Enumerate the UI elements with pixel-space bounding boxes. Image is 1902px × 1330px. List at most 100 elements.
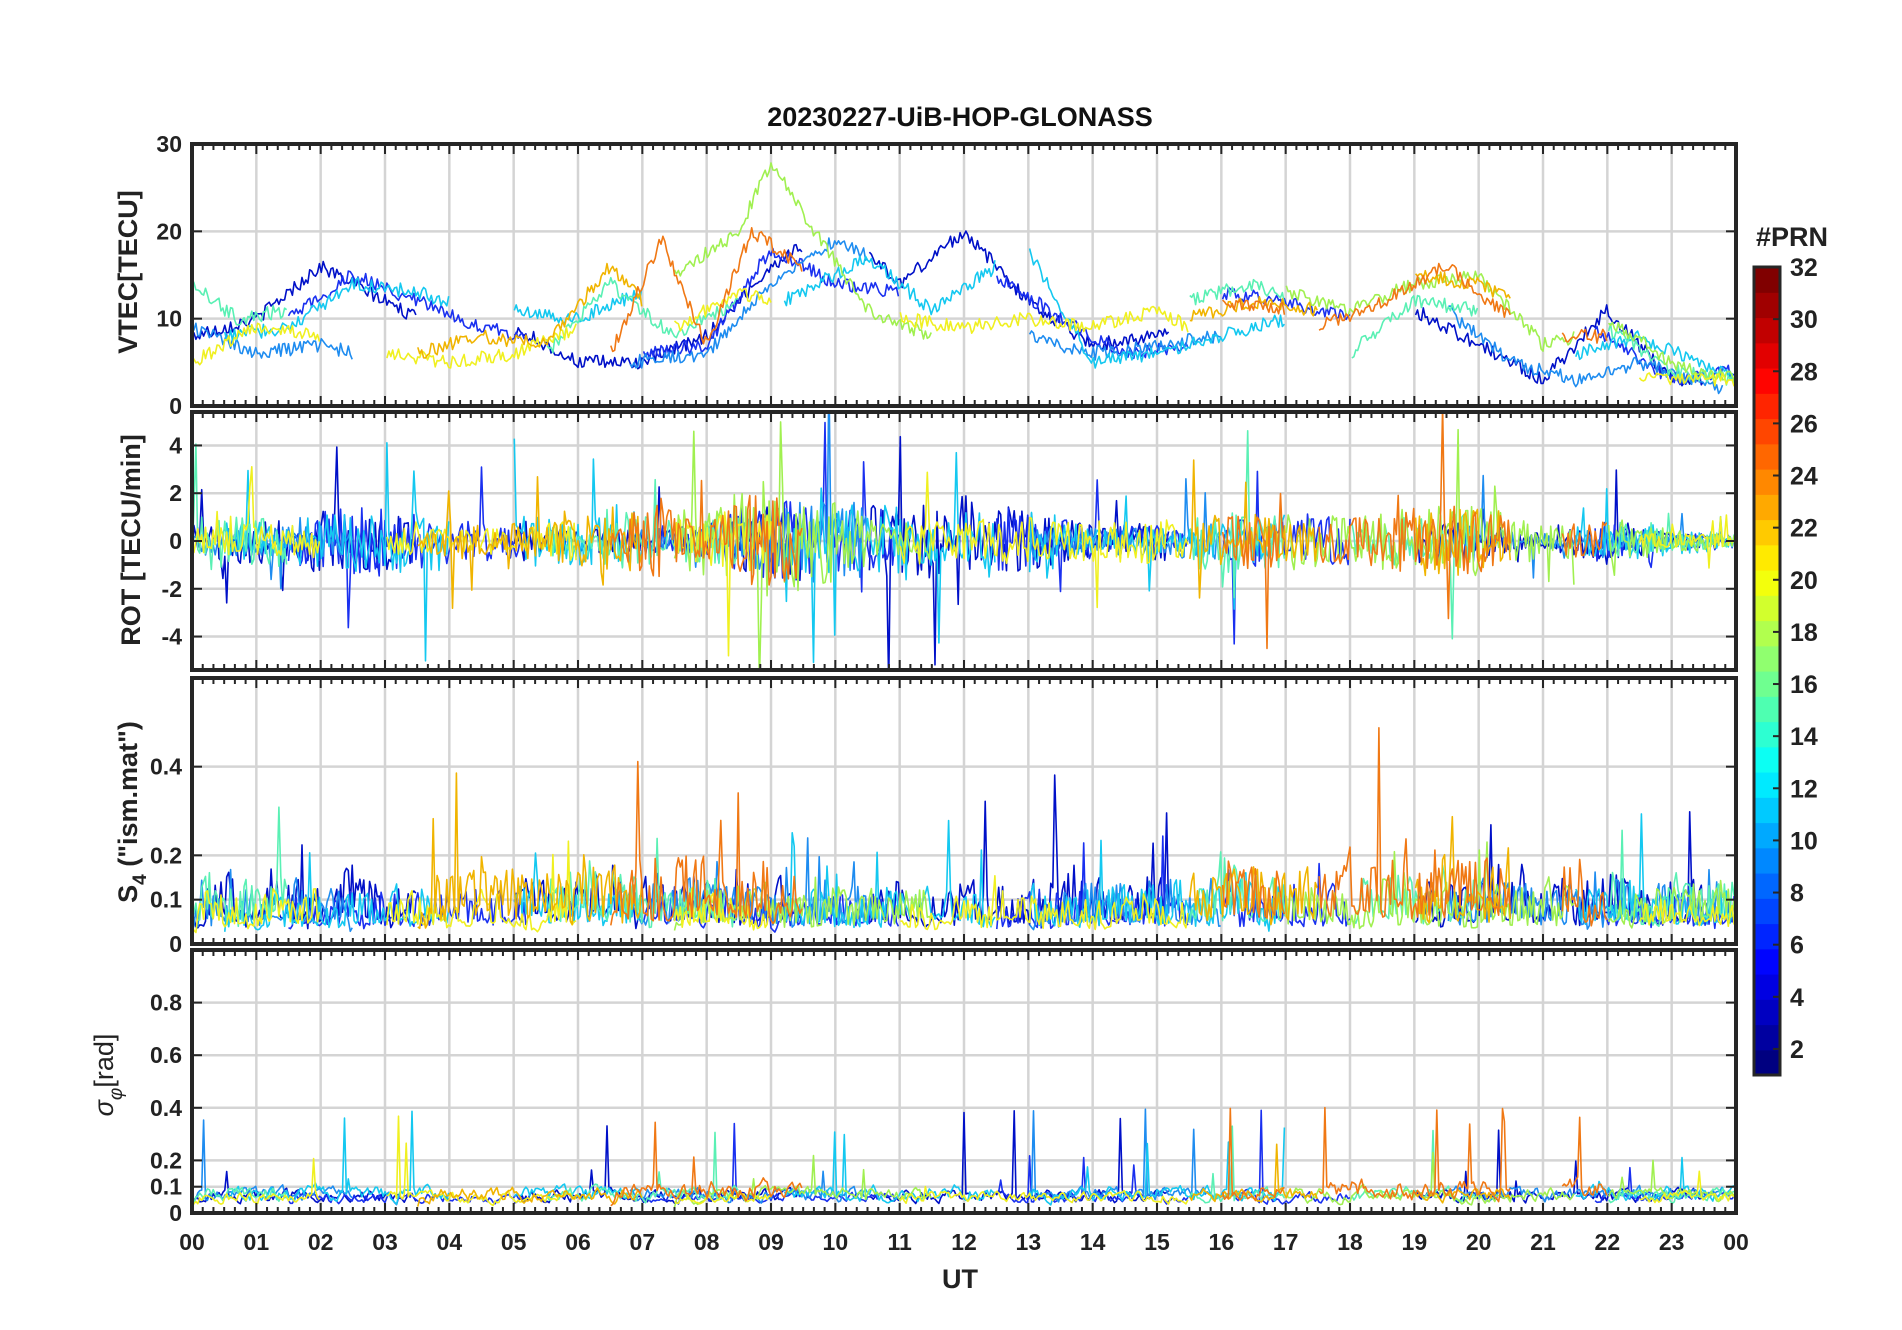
colorbar-cell [1754, 948, 1780, 975]
s4-ylabel: S4 ("ism.mat") [113, 721, 151, 903]
panel-vtec: 0 10 20 30 VTEC[TECU] [113, 131, 1738, 419]
sigma-grid [192, 950, 1736, 1213]
colorbar-cell [1754, 772, 1780, 798]
chart-title: 20230227-UiB-HOP-GLONASS [767, 102, 1153, 132]
colorbar-tick-label: 18 [1790, 619, 1818, 647]
panel-s4: 0 0.1 0.2 0.4 S4 ("ism.mat") [113, 676, 1738, 957]
sigma-ylabel-sub: φ [106, 1088, 127, 1100]
x-tick-label: 07 [630, 1229, 656, 1255]
colorbar: 2468101214161820222426283032 #PRN [1752, 222, 1828, 1077]
x-tick-label: 14 [1080, 1229, 1106, 1255]
rot-ylabel: ROT [TECU/min] [116, 434, 146, 645]
colorbar-cell [1754, 645, 1780, 672]
colorbar-cell [1754, 570, 1780, 596]
colorbar-cell [1754, 267, 1780, 293]
x-tick-label: 16 [1209, 1229, 1235, 1255]
x-tick-label: 01 [244, 1229, 270, 1255]
colorbar-cell [1754, 620, 1780, 647]
x-tick-label: 11 [888, 1229, 913, 1255]
colorbar-cells [1754, 267, 1780, 1076]
colorbar-tick-label: 22 [1790, 515, 1818, 543]
rot-ytick-label: 4 [169, 432, 182, 458]
colorbar-label: #PRN [1756, 222, 1828, 252]
colorbar-cell [1754, 317, 1780, 344]
s4-ytick-label: 0.4 [150, 754, 182, 780]
colorbar-cell [1754, 544, 1780, 571]
x-tick-label: 09 [758, 1229, 784, 1255]
sigma-ylabel-tail: [rad] [89, 1034, 119, 1088]
colorbar-cell [1754, 393, 1780, 420]
colorbar-cell [1754, 696, 1780, 723]
sigma-ylabel-main: σ [89, 1098, 119, 1116]
colorbar-tick-label: 16 [1790, 671, 1818, 699]
s4-ytick-label: 0.1 [150, 887, 182, 913]
vtec-ytick-label: 0 [169, 393, 182, 419]
sigma-ylabel: σφ[rad] [89, 1034, 127, 1117]
x-tick-label: 02 [308, 1229, 334, 1255]
panel-rot: -4 -2 0 2 4 ROT [TECU/min] [116, 410, 1738, 672]
sigma-ytick-label: 0.2 [150, 1147, 182, 1173]
colorbar-cell [1754, 443, 1780, 470]
sigma-ytick-label: 0.8 [150, 990, 182, 1016]
colorbar-tick-label: 28 [1790, 358, 1818, 386]
x-tick-label: 20 [1466, 1229, 1492, 1255]
colorbar-cell [1754, 519, 1780, 546]
colorbar-cell [1754, 494, 1780, 521]
rot-ytick-label: -2 [162, 576, 182, 602]
s4-ytick-labels: 0 0.1 0.2 0.4 [150, 754, 182, 957]
rot-ytick-label: -4 [162, 624, 183, 650]
s4-ylabel-tail: ("ism.mat") [113, 721, 143, 874]
colorbar-cell [1754, 847, 1780, 874]
colorbar-cell [1754, 898, 1780, 925]
x-tick-label: 15 [1144, 1229, 1170, 1255]
colorbar-tick-label: 26 [1790, 410, 1818, 438]
x-tick-label: 12 [951, 1229, 977, 1255]
x-tick-label: 21 [1530, 1229, 1556, 1255]
colorbar-tick-label: 20 [1790, 567, 1818, 595]
s4-ylabel-sub: 4 [130, 874, 151, 885]
vtec-ytick-label: 10 [156, 306, 182, 332]
colorbar-cell [1754, 797, 1780, 824]
colorbar-cell [1754, 1049, 1780, 1076]
colorbar-cell [1754, 873, 1780, 899]
x-tick-label: 19 [1402, 1229, 1428, 1255]
rot-series-prn-2 [192, 435, 1704, 670]
x-tick-label: 18 [1337, 1229, 1363, 1255]
sigma-ytick-labels: 00.10.2 0.4 0.6 0.8 [150, 990, 182, 1226]
colorbar-cell [1754, 1024, 1780, 1051]
colorbar-tick-label: 8 [1790, 880, 1804, 908]
colorbar-cell [1754, 822, 1780, 849]
x-tick-label: 00 [179, 1229, 205, 1255]
vtec-ytick-label: 20 [156, 218, 182, 244]
sigma-ytick-label: 0.4 [150, 1095, 182, 1121]
x-tick-label: 05 [501, 1229, 527, 1255]
colorbar-cell [1754, 595, 1780, 622]
x-tick-label: 17 [1273, 1229, 1299, 1255]
colorbar-tick-label: 30 [1790, 306, 1818, 334]
x-tick-label: 04 [437, 1229, 463, 1255]
vtec-series-prn-9 [192, 237, 1724, 395]
colorbar-tick-label: 14 [1790, 723, 1818, 751]
vtec-ytick-label: 30 [156, 131, 182, 157]
colorbar-tick-label: 10 [1790, 827, 1818, 855]
x-tick-labels: 00 01 02 03 04 05 06 07 08 09 10 11 12 13 14 15 16 17 18 19… [179, 1229, 1749, 1255]
colorbar-tick-label: 4 [1790, 984, 1804, 1012]
colorbar-tick-label: 2 [1790, 1036, 1804, 1064]
vtec-ylabel: VTEC[TECU] [113, 190, 143, 354]
x-tick-label: 23 [1659, 1229, 1685, 1255]
x-tick-label: 08 [694, 1229, 720, 1255]
colorbar-cell [1754, 342, 1780, 369]
rot-ytick-label: 0 [169, 528, 182, 554]
x-tick-label: 13 [1016, 1229, 1042, 1255]
colorbar-cell [1754, 292, 1780, 319]
colorbar-cell [1754, 418, 1780, 445]
colorbar-cell [1754, 469, 1780, 495]
sigma-ytick-label: 0.6 [150, 1042, 182, 1068]
colorbar-cell [1754, 746, 1780, 773]
colorbar-tick-label: 12 [1790, 775, 1818, 803]
s4-ytick-label: 0.2 [150, 842, 182, 868]
sigma-series-prn-9 [192, 1108, 1724, 1204]
panel-sigma-phi: 00.10.2 0.4 0.6 0.8 σφ[rad] [89, 948, 1738, 1226]
colorbar-cell [1754, 999, 1780, 1026]
x-tick-label: 06 [565, 1229, 591, 1255]
